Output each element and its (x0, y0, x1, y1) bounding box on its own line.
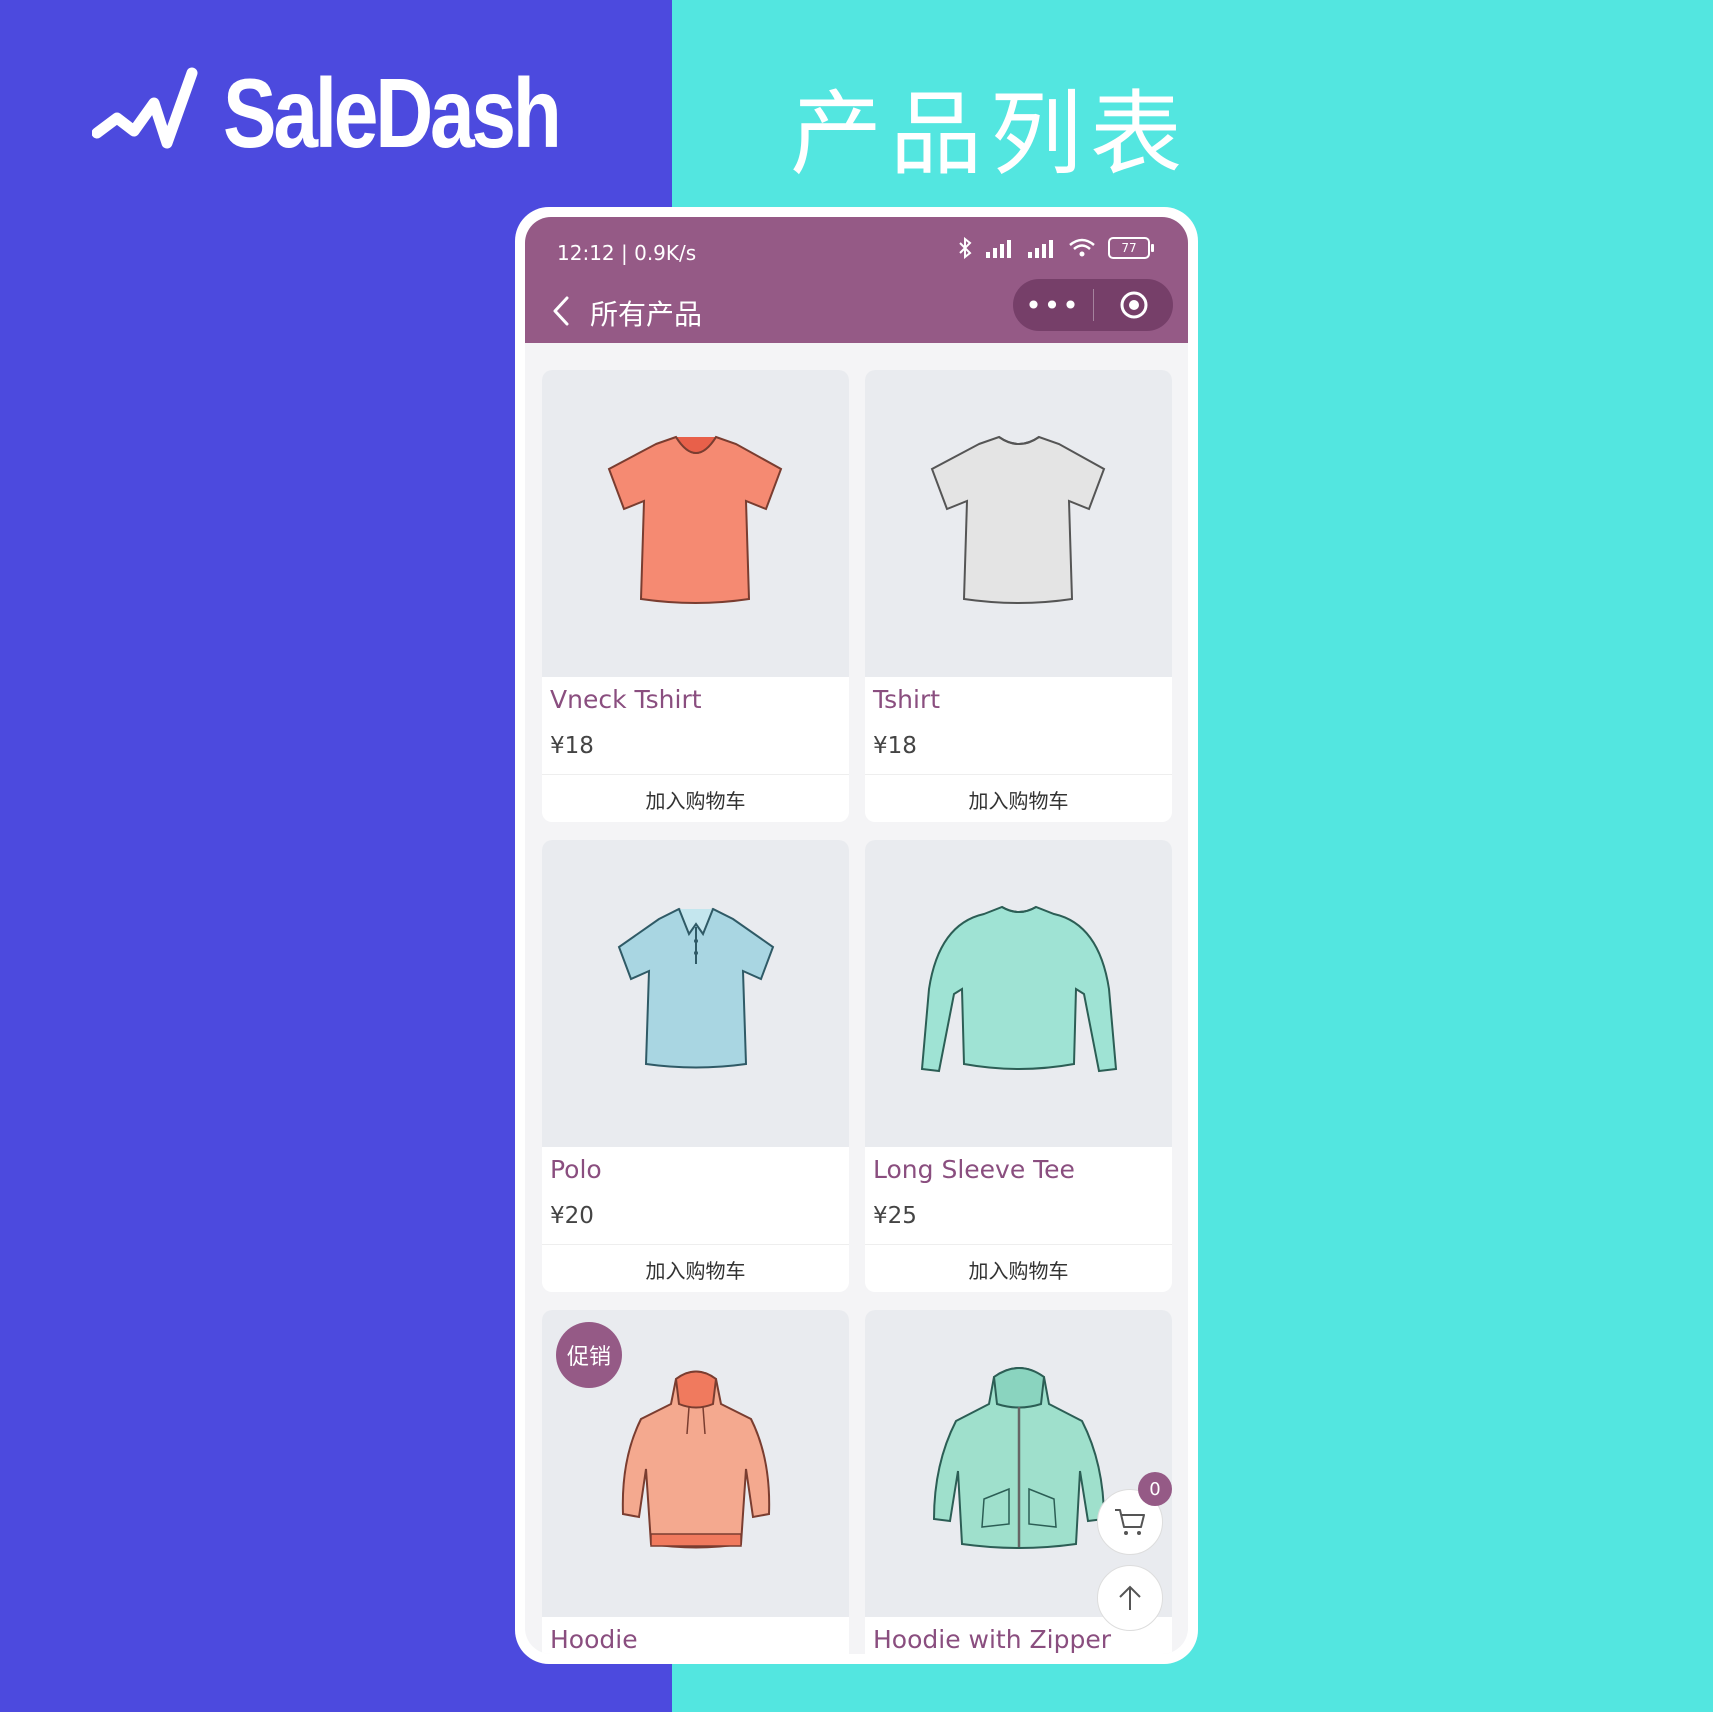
status-time: 12:12 | 0.9K/s (557, 241, 697, 265)
product-card[interactable]: Tshirt ¥18 加入购物车 (865, 370, 1172, 822)
add-to-cart-button[interactable]: 加入购物车 (865, 774, 1172, 822)
add-to-cart-button[interactable]: 加入购物车 (542, 1244, 849, 1292)
product-price: ¥20 (550, 1203, 594, 1229)
product-image[interactable] (542, 840, 849, 1147)
polo-image (617, 907, 774, 1068)
product-name[interactable]: Hoodie with Zipper (873, 1625, 1111, 1654)
nav-title: 所有产品 (590, 298, 703, 331)
long-sleeve-tee-image (920, 905, 1117, 1072)
product-name[interactable]: Tshirt (873, 685, 940, 714)
product-card[interactable]: Vneck Tshirt ¥18 加入购物车 (542, 370, 849, 822)
cart-icon (1115, 1509, 1145, 1535)
product-price: ¥18 (873, 733, 917, 759)
tshirt-image (930, 435, 1105, 604)
bluetooth-icon (959, 237, 972, 259)
wifi-icon (1069, 238, 1095, 257)
product-image[interactable] (542, 370, 849, 677)
product-card[interactable]: Long Sleeve Tee ¥25 加入购物车 (865, 840, 1172, 1292)
product-image[interactable] (865, 370, 1172, 677)
signal-icon (986, 240, 1011, 258)
scroll-top-button[interactable] (1097, 1565, 1163, 1631)
product-image[interactable] (865, 840, 1172, 1147)
product-price: ¥25 (873, 1203, 917, 1229)
brand: SaleDash (92, 58, 632, 168)
close-button[interactable] (1094, 279, 1173, 331)
more-button[interactable]: ••• (1013, 279, 1093, 331)
target-icon (1120, 291, 1147, 319)
product-name[interactable]: Long Sleeve Tee (873, 1155, 1075, 1184)
add-to-cart-button[interactable]: 加入购物车 (865, 1244, 1172, 1292)
add-to-cart-button[interactable]: 加入购物车 (542, 774, 849, 822)
page-heading: 产品列表 (790, 81, 1191, 188)
capsule-menu: ••• (1013, 279, 1173, 331)
status-icons: 77 (958, 237, 1154, 259)
sale-badge: 促销 (556, 1322, 622, 1388)
hoodie-image (621, 1370, 770, 1548)
trend-line-icon (92, 67, 198, 149)
zip-hoodie-image (932, 1366, 1105, 1549)
product-card[interactable]: Polo ¥20 加入购物车 (542, 840, 849, 1292)
cart-count-badge: 0 (1138, 1472, 1172, 1506)
phone-frame: 12:12 | 0.9K/s 77 所有产品 ••• Vneck Tshirt … (515, 207, 1198, 1664)
arrow-up-icon (1119, 1585, 1141, 1610)
signal-icon-2 (1028, 240, 1053, 258)
product-price: ¥18 (550, 733, 594, 759)
product-name[interactable]: Polo (550, 1155, 602, 1184)
brand-name: SaleDash (223, 57, 562, 168)
top-bar: 12:12 | 0.9K/s 77 所有产品 ••• (525, 217, 1188, 343)
vneck-tshirt-image (607, 435, 782, 604)
battery-icon: 77 (1108, 237, 1154, 259)
chevron-left-icon[interactable] (545, 293, 581, 329)
phone-screen: 12:12 | 0.9K/s 77 所有产品 ••• Vneck Tshirt … (525, 217, 1188, 1654)
product-name[interactable]: Hoodie (550, 1625, 638, 1654)
product-card[interactable]: 促销 Hoodie (542, 1310, 849, 1654)
product-name[interactable]: Vneck Tshirt (550, 685, 702, 714)
